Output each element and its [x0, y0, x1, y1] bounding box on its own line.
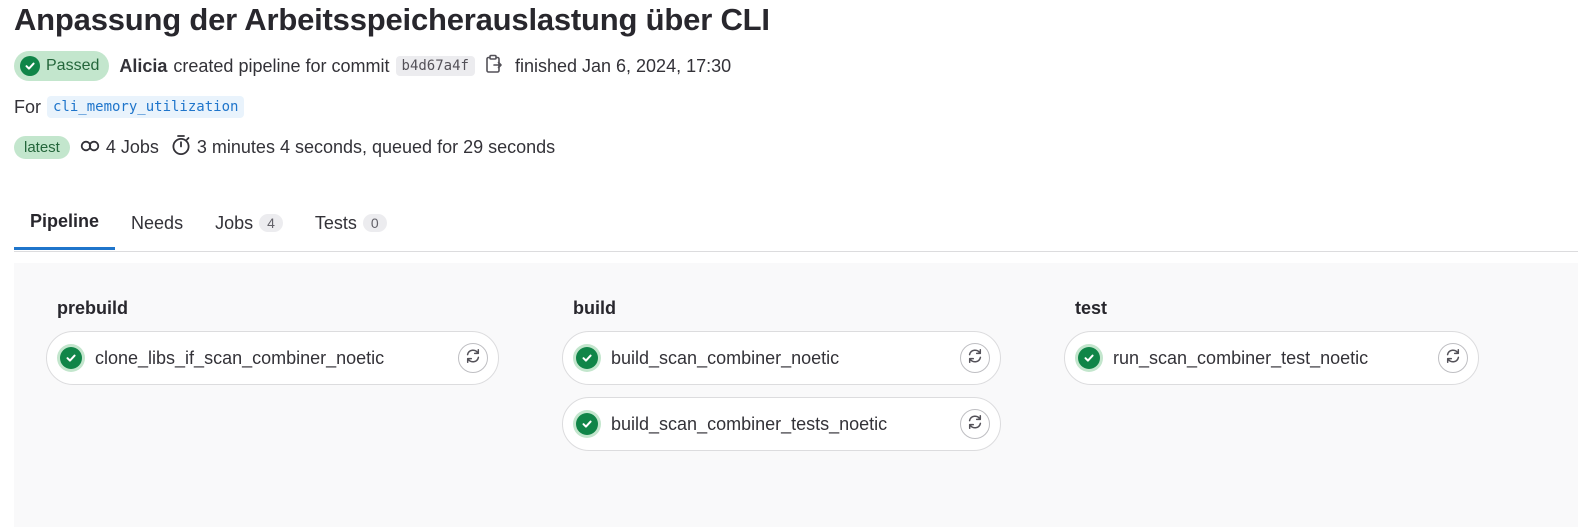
link-icon: [80, 137, 100, 158]
retry-button[interactable]: [458, 343, 488, 373]
job-name: clone_libs_if_scan_combiner_noetic: [95, 347, 385, 368]
status-label: Passed: [46, 57, 100, 74]
pipeline-tabs: Pipeline Needs Jobs 4 Tests 0: [14, 196, 1578, 252]
stage-title-test: test: [1075, 298, 1108, 318]
retry-button[interactable]: [960, 409, 990, 439]
tab-jobs[interactable]: Jobs 4: [199, 196, 299, 250]
stage-title-prebuild: prebuild: [57, 298, 128, 318]
jobs-count-badge: 4: [259, 214, 283, 232]
tab-needs[interactable]: Needs: [115, 196, 199, 250]
ref-row: For cli_memory_utilization: [14, 96, 245, 118]
commit-sha-link[interactable]: b4d67a4f: [395, 56, 475, 76]
retry-icon: [966, 413, 984, 436]
check-circle-icon: [576, 347, 598, 369]
page-title: Anpassung der Arbeitsspeicherauslastung …: [14, 2, 770, 37]
check-circle-icon: [1078, 347, 1100, 369]
check-circle-icon: [60, 347, 82, 369]
check-circle-icon: [20, 56, 40, 76]
job-clone-libs[interactable]: clone_libs_if_scan_combiner_noetic: [46, 331, 499, 385]
status-badge[interactable]: Passed: [14, 51, 110, 81]
retry-icon: [464, 347, 482, 370]
job-name: run_scan_combiner_test_noetic: [1113, 347, 1369, 368]
retry-icon: [1444, 347, 1462, 370]
jobs-count: 4 Jobs: [80, 137, 159, 158]
jobs-summary: 4 Jobs: [105, 136, 159, 157]
pipeline-meta: Passed Alicia created pipeline for commi…: [14, 51, 731, 81]
author-link[interactable]: Alicia: [119, 56, 167, 77]
pipeline-info: latest 4 Jobs 3 minutes 4 seconds, queue…: [14, 134, 567, 160]
copy-commit-button[interactable]: [485, 54, 503, 79]
job-name: build_scan_combiner_tests_noetic: [611, 413, 888, 434]
check-circle-icon: [576, 413, 598, 435]
tests-count-badge: 0: [362, 214, 387, 232]
tab-pipeline[interactable]: Pipeline: [14, 196, 116, 250]
pipeline-duration: 3 minutes 4 seconds, queued for 29 secon…: [171, 134, 555, 161]
pipeline-graph: prebuild build test clone_libs_if_scan_c…: [14, 263, 1578, 527]
job-name: build_scan_combiner_noetic: [611, 347, 840, 368]
created-text: created pipeline for commit: [173, 55, 390, 76]
ref-prefix: For: [14, 96, 41, 117]
timer-icon: [171, 134, 191, 161]
job-build-scan-combiner-tests[interactable]: build_scan_combiner_tests_noetic: [562, 397, 1001, 451]
duration-text: 3 minutes 4 seconds, queued for 29 secon…: [196, 136, 556, 157]
job-build-scan-combiner[interactable]: build_scan_combiner_noetic: [562, 331, 1001, 385]
retry-icon: [966, 347, 984, 370]
retry-button[interactable]: [1438, 343, 1468, 373]
retry-button[interactable]: [960, 343, 990, 373]
finished-text: finished Jan 6, 2024, 17:30: [514, 55, 732, 76]
latest-badge: latest: [14, 135, 70, 159]
tab-tests[interactable]: Tests 0: [299, 196, 403, 250]
clipboard-icon: [485, 54, 503, 79]
stage-title-build: build: [573, 298, 616, 318]
branch-link[interactable]: cli_memory_utilization: [47, 96, 245, 118]
job-run-scan-combiner-test[interactable]: run_scan_combiner_test_noetic: [1064, 331, 1479, 385]
